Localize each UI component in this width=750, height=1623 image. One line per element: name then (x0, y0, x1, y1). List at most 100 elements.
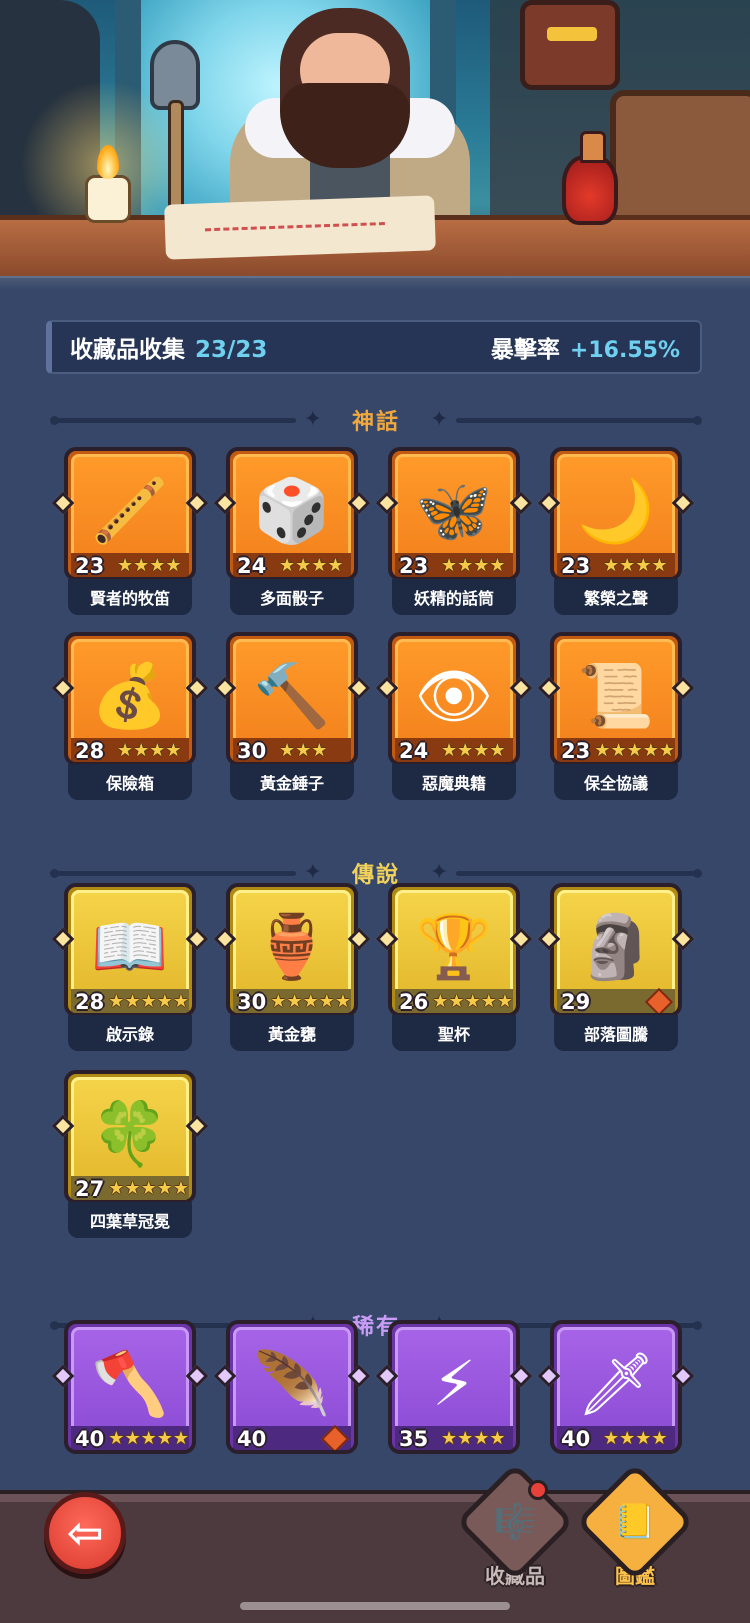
holy-grail-icon: 🏆 (415, 910, 493, 983)
star-icon: ★ (441, 555, 458, 576)
level-bar: 26 ★ ★ ★ ★ ★ (395, 989, 513, 1013)
card-level: 40 (75, 1427, 105, 1451)
card-name: 妖精的話筒 (392, 579, 516, 615)
star-icon: ★ (140, 991, 157, 1012)
collectible-card[interactable]: 🪓 40 ★ ★ ★ ★ ★ (51, 1320, 209, 1488)
level-bar: 23 ★ ★ ★ ★ ★ (557, 738, 675, 763)
crit-rate-value: +16.55% (569, 338, 680, 363)
star-icon: ★ (489, 555, 506, 576)
dice-icon: 🎲 (253, 474, 331, 547)
fairy-microphone-icon: 🦋 (415, 474, 493, 547)
codex-book-icon: 📒 (613, 1502, 657, 1542)
star-rating: ★ ★ ★ ★ (279, 557, 344, 575)
red-potion-icon (562, 131, 618, 225)
collectible-card[interactable]: 🎲 24 ★ ★ ★ ★ 多面骰子 (213, 447, 371, 615)
star-rating: ★ ★ ★ ★ (603, 1430, 668, 1448)
collectible-card[interactable]: 🍀 27 ★ ★ ★ ★ ★ 四葉草冠冕 (51, 1070, 209, 1238)
collectible-card[interactable]: 🪈 23 ★ ★ ★ ★ 賢者的牧笛 (51, 447, 209, 615)
card-frame: 📜 23 ★ ★ ★ ★ ★ (550, 632, 682, 766)
star-icon: ★ (480, 991, 497, 1012)
collectible-card[interactable]: 📖 28 ★ ★ ★ ★ ★ 啟示錄 (51, 883, 209, 1051)
nav-collectibles-button[interactable]: 🎼 收藏品 (455, 1462, 575, 1596)
back-arrow-icon: ⇦ (66, 1507, 104, 1559)
star-icon: ★ (133, 555, 150, 576)
level-bar: 27 ★ ★ ★ ★ ★ (71, 1176, 189, 1200)
card-frame: 👁 24 ★ ★ ★ ★ (388, 632, 520, 766)
card-level: 29 (561, 990, 591, 1014)
star-icon: ★ (496, 991, 513, 1012)
sparkle-icon: ✦ (303, 407, 322, 432)
treasure-map (164, 195, 436, 260)
section-header-myth: ✦ 神話 ✦ (50, 400, 702, 440)
sparkle-icon: ✦ (430, 407, 449, 432)
back-button[interactable]: ⇦ (44, 1492, 126, 1574)
nav-codex-button[interactable]: 📒 圖鑑 (575, 1462, 695, 1596)
moon-orb-icon: 🌙 (577, 474, 655, 547)
card-frame: 🌙 23 ★ ★ ★ ★ (550, 447, 682, 581)
star-icon: ★ (108, 1428, 125, 1449)
star-icon: ★ (117, 555, 134, 576)
collection-label: 收藏品收集 (70, 337, 185, 363)
upgrade-badge-icon (320, 1424, 350, 1450)
card-name: 保全協議 (554, 764, 678, 800)
card-level: 23 (561, 739, 591, 763)
sparkle-icon: ✦ (303, 860, 322, 885)
star-icon: ★ (311, 555, 328, 576)
tiki-mask-decoration (520, 0, 620, 90)
section-title-myth: 神話 (352, 410, 401, 435)
star-icon: ★ (489, 1428, 506, 1449)
star-icon: ★ (619, 1428, 636, 1449)
collectible-card[interactable]: 🪶 40 (213, 1320, 371, 1488)
star-icon: ★ (603, 1428, 620, 1449)
collectible-card[interactable]: 🏺 30 ★ ★ ★ ★ ★ 黃金甕 (213, 883, 371, 1051)
star-rating: ★ ★ ★ ★ (441, 557, 506, 575)
card-frame: 📖 28 ★ ★ ★ ★ ★ (64, 883, 196, 1017)
star-icon: ★ (610, 740, 627, 761)
star-icon: ★ (124, 991, 141, 1012)
card-name: 黃金甕 (230, 1015, 354, 1051)
star-icon: ★ (140, 1178, 157, 1199)
lightning-card-icon: ⚡ (432, 1347, 476, 1420)
card-level: 30 (237, 990, 267, 1014)
collectible-card[interactable]: 👁 24 ★ ★ ★ ★ 惡魔典籍 (375, 632, 533, 800)
card-level: 40 (237, 1427, 267, 1451)
card-name: 保險箱 (68, 764, 192, 800)
card-name: 黃金錘子 (230, 764, 354, 800)
collectible-card[interactable]: 💰 28 ★ ★ ★ ★ 保險箱 (51, 632, 209, 800)
star-icon: ★ (642, 740, 659, 761)
collectible-card[interactable]: 🏆 26 ★ ★ ★ ★ ★ 聖杯 (375, 883, 533, 1051)
shovel-handle (168, 100, 184, 210)
card-level: 24 (237, 554, 267, 578)
collectible-card[interactable]: 🗡 40 ★ ★ ★ ★ (537, 1320, 695, 1488)
star-icon: ★ (327, 555, 344, 576)
treasure-chest-icon: 💰 (91, 659, 169, 732)
card-level: 28 (75, 990, 105, 1014)
star-icon: ★ (295, 555, 312, 576)
collectible-card[interactable]: 🦋 23 ★ ★ ★ ★ 妖精的話筒 (375, 447, 533, 615)
card-frame: 🪈 23 ★ ★ ★ ★ (64, 447, 196, 581)
star-icon: ★ (156, 1428, 173, 1449)
star-icon: ★ (635, 555, 652, 576)
collectible-card[interactable]: 🗿 29 部落圖騰 (537, 883, 695, 1051)
collectible-card[interactable]: 🔨 30 ★ ★ ★ 黃金錘子 (213, 632, 371, 800)
demon-book-icon: 👁 (414, 659, 494, 732)
star-icon: ★ (108, 991, 125, 1012)
star-icon: ★ (172, 1178, 189, 1199)
card-frame: 🎲 24 ★ ★ ★ ★ (226, 447, 358, 581)
star-icon: ★ (172, 1428, 189, 1449)
card-name: 聖杯 (392, 1015, 516, 1051)
star-rating: ★ ★ ★ ★ (117, 742, 182, 760)
level-bar: 35 ★ ★ ★ ★ (395, 1426, 513, 1450)
star-icon: ★ (651, 555, 668, 576)
star-icon: ★ (626, 740, 643, 761)
collectible-card[interactable]: 📜 23 ★ ★ ★ ★ ★ 保全協議 (537, 632, 695, 800)
star-icon: ★ (156, 991, 173, 1012)
level-bar: 40 ★ ★ ★ ★ ★ (71, 1426, 189, 1451)
collectible-card[interactable]: ⚡ 35 ★ ★ ★ ★ (375, 1320, 533, 1488)
star-rating: ★ ★ ★ (279, 742, 327, 760)
collectible-card[interactable]: 🌙 23 ★ ★ ★ ★ 繁榮之聲 (537, 447, 695, 615)
star-icon: ★ (156, 1178, 173, 1199)
star-icon: ★ (651, 1428, 668, 1449)
star-icon: ★ (441, 1428, 458, 1449)
star-icon: ★ (658, 740, 675, 761)
